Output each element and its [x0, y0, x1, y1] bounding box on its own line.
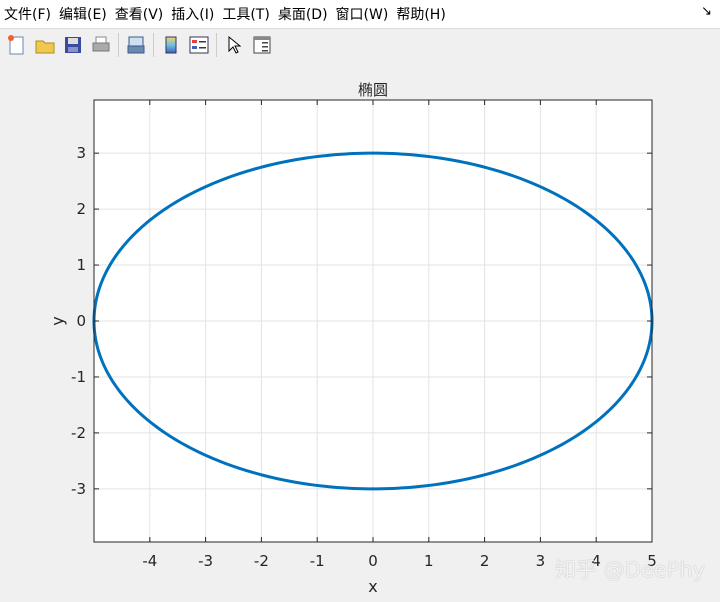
print-icon[interactable]: [90, 34, 112, 56]
y-tick-label: 1: [76, 256, 86, 274]
menu-item[interactable]: 窗口(W): [332, 4, 393, 24]
y-tick-label: 3: [76, 144, 86, 162]
ellipse-plot: 椭圆 -4 -3 -2 -1 0 1 2 3 4 5-3-2-10123 x y: [48, 81, 657, 596]
menu-dock-arrow[interactable]: ↘: [701, 4, 712, 19]
menu-item[interactable]: 工具(T): [218, 4, 273, 24]
menu-item[interactable]: 文件(F): [0, 4, 55, 24]
menu-item[interactable]: 插入(I): [167, 4, 218, 24]
toolbar-separator: [216, 32, 217, 57]
menu-item[interactable]: 桌面(D): [274, 4, 332, 24]
y-tick-label: 2: [76, 200, 86, 218]
pointer-icon[interactable]: [223, 34, 245, 56]
toolbar-separator: [118, 32, 119, 57]
x-tick-label: 1: [424, 552, 434, 570]
chart-title: 椭圆: [358, 81, 388, 99]
legend-icon[interactable]: [188, 34, 210, 56]
watermark: 知乎 @DeePhy: [555, 558, 706, 582]
x-tick-label: 3: [536, 552, 546, 570]
x-tick-label: -4: [142, 552, 157, 570]
toolbar-separator: [153, 32, 154, 57]
menu-item[interactable]: 查看(V): [111, 4, 168, 24]
property-editor-icon[interactable]: [251, 34, 273, 56]
save-icon[interactable]: [62, 34, 84, 56]
open-folder-icon[interactable]: [34, 34, 56, 56]
menu-bar: 文件(F) 编辑(E) 查看(V) 插入(I) 工具(T) 桌面(D) 窗口(W) 帮助(H): [0, 0, 720, 29]
x-tick-label: -3: [198, 552, 213, 570]
x-tick-label: -2: [254, 552, 269, 570]
x-tick-label: 2: [480, 552, 490, 570]
y-tick-label: -3: [71, 480, 86, 498]
new-file-icon[interactable]: [6, 34, 28, 56]
y-tick-label: 0: [76, 312, 86, 330]
print-preview-icon[interactable]: [125, 34, 147, 56]
y-tick-label: -2: [71, 424, 86, 442]
x-tick-label: 0: [368, 552, 378, 570]
x-tick-label: -1: [310, 552, 325, 570]
menu-item[interactable]: 帮助(H): [392, 4, 449, 24]
y-axis-label: y: [48, 316, 67, 325]
toolbar: [0, 29, 720, 60]
colorbar-icon[interactable]: [160, 34, 182, 56]
y-tick-label: -1: [71, 368, 86, 386]
x-axis-label: x: [368, 577, 377, 596]
menu-item[interactable]: 编辑(E): [55, 4, 111, 24]
